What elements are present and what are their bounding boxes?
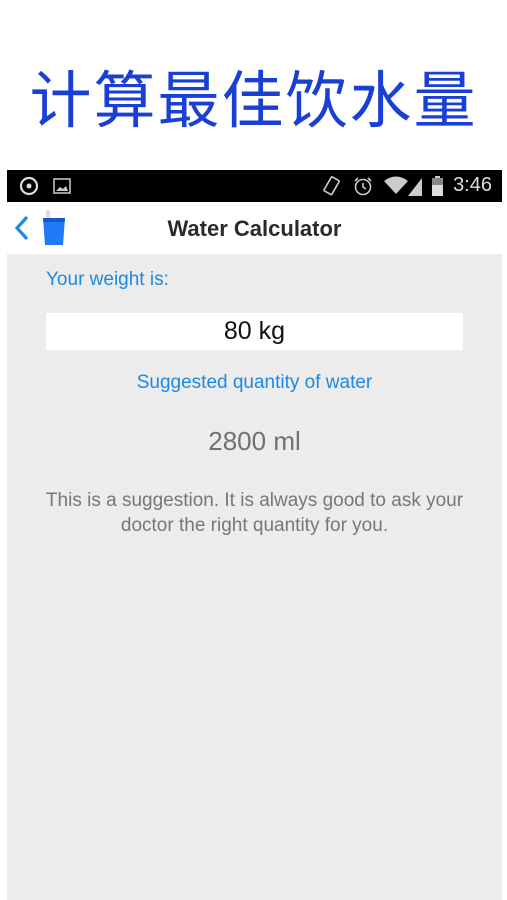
promo-banner-title: 计算最佳饮水量 — [29, 64, 478, 137]
battery-icon — [432, 175, 444, 196]
weight-label: Your weight is: — [46, 269, 169, 290]
suggested-quantity-label: Suggested quantity of water — [136, 372, 373, 393]
status-bar: 3:46 — [7, 170, 502, 202]
image-icon — [53, 178, 71, 194]
phone-screen: 3:46 Water Calculator Your weight is: Su… — [7, 170, 502, 900]
page-title: Water Calculator — [167, 216, 342, 241]
alarm-icon — [354, 176, 372, 195]
disclaimer-text: This is a suggestion. It is always good … — [45, 490, 464, 536]
status-time: 3:46 — [453, 174, 492, 196]
rotate-icon — [323, 175, 340, 195]
wifi-icon — [384, 176, 409, 194]
signal-icon — [408, 177, 423, 196]
record-icon — [19, 176, 39, 196]
suggested-amount: 2800 ml — [208, 426, 301, 456]
app-bar: Water Calculator — [7, 202, 502, 254]
weight-input[interactable] — [46, 313, 463, 350]
